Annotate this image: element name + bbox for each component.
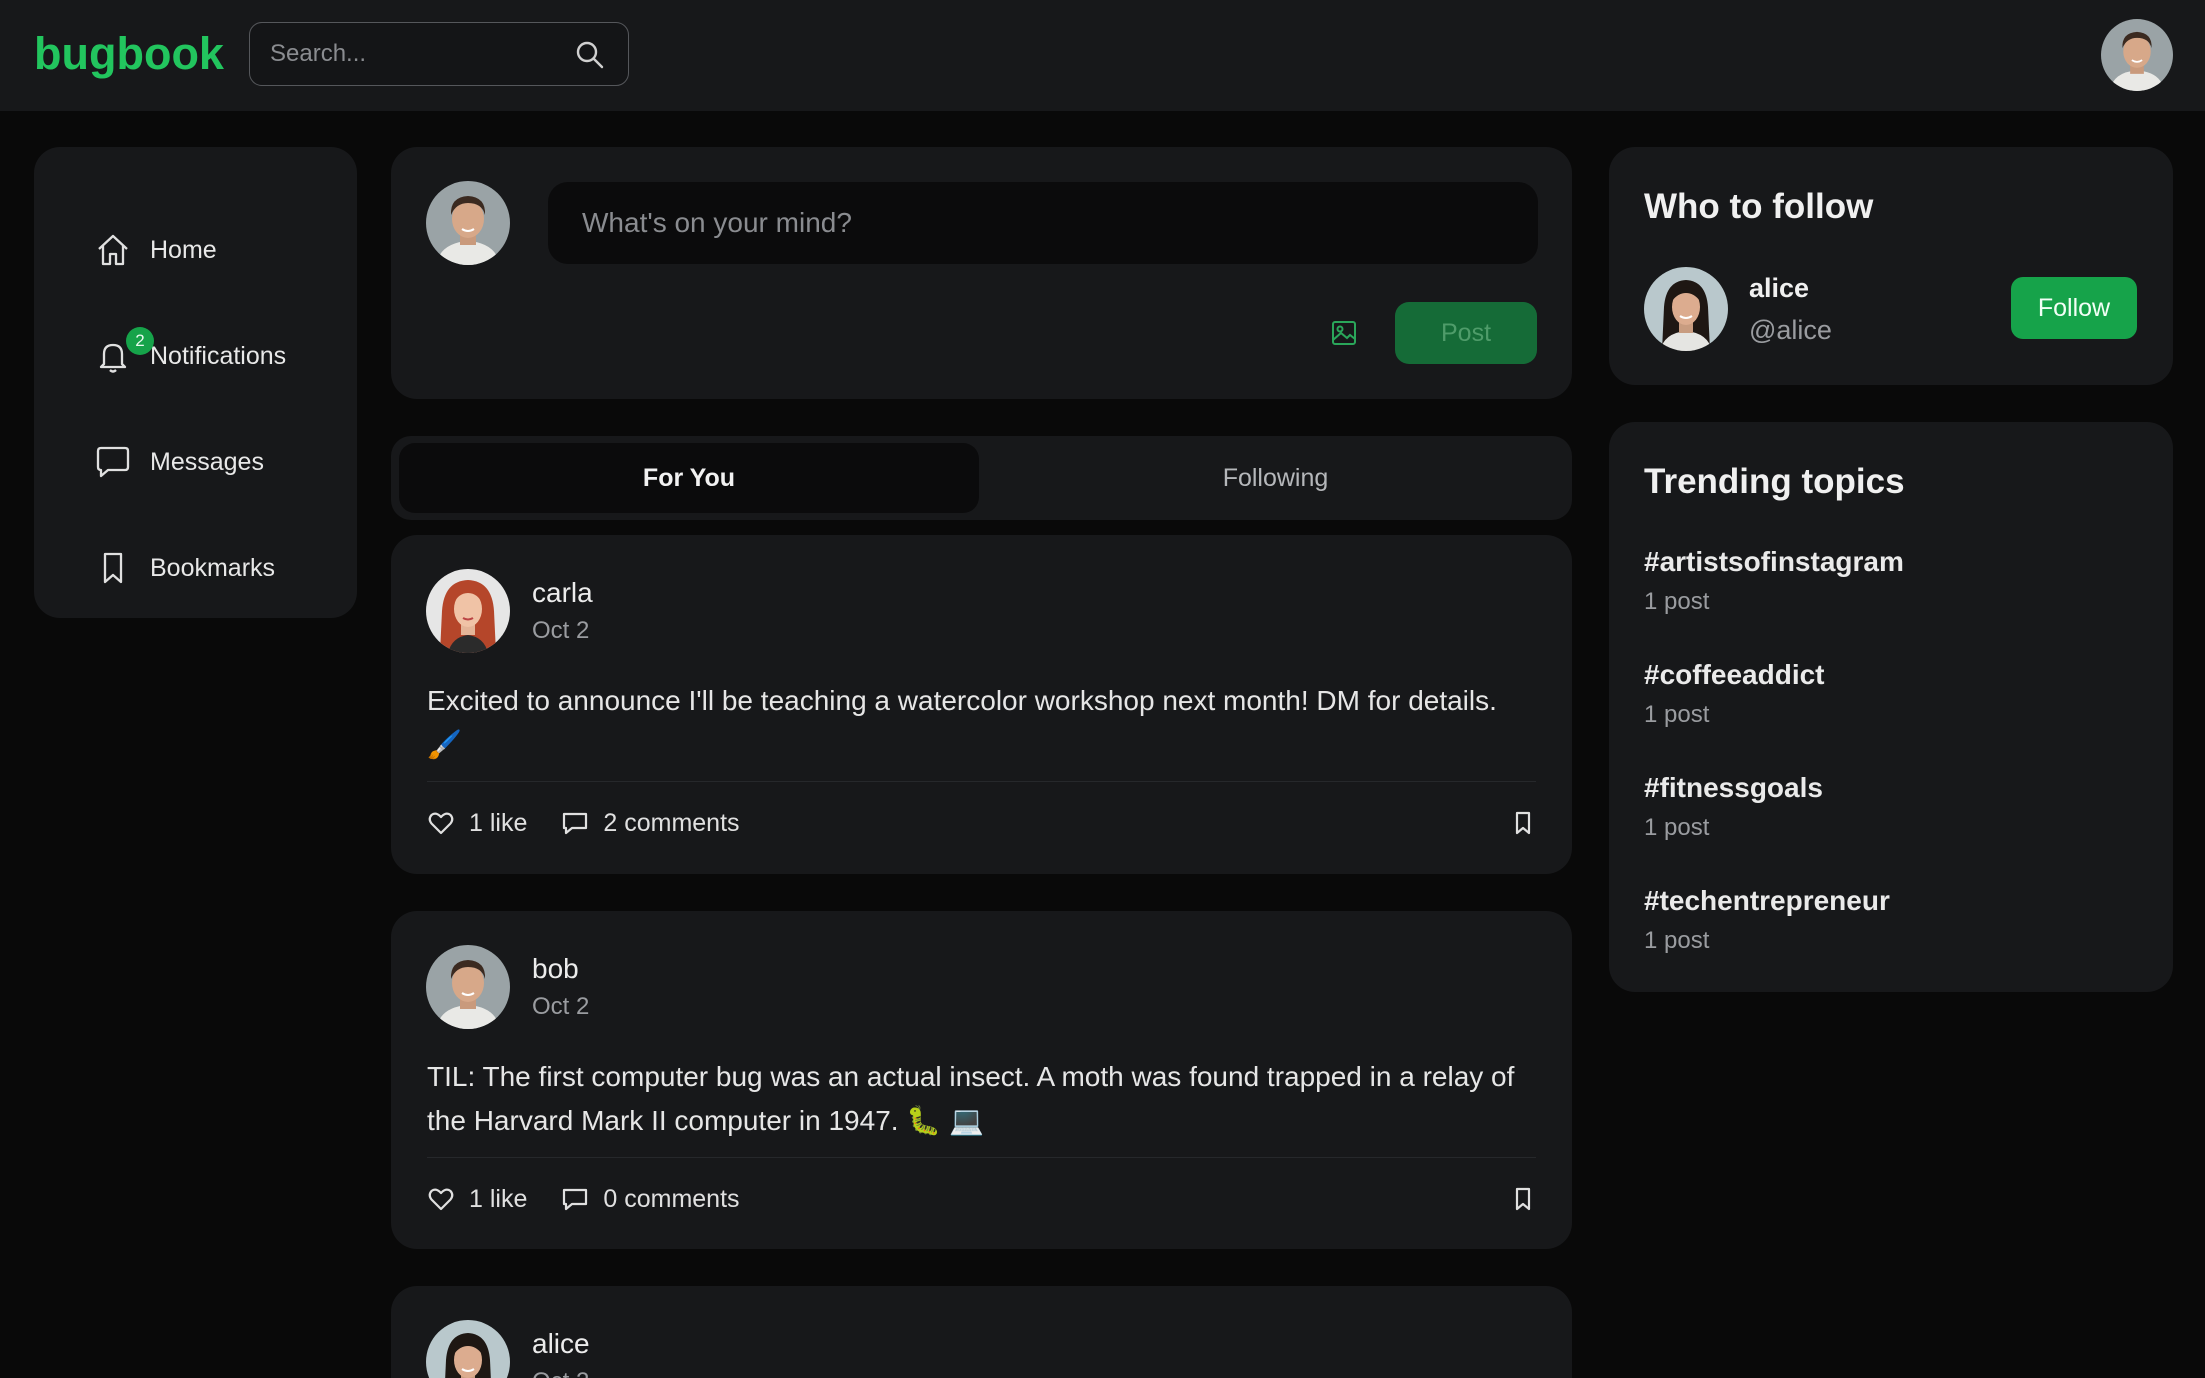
nav-item-label: Messages xyxy=(150,447,264,476)
nav-item-home[interactable]: Home xyxy=(94,225,217,275)
post-divider xyxy=(427,781,1536,782)
post-username[interactable]: alice xyxy=(532,1328,590,1360)
comment-button[interactable]: 2 comments xyxy=(561,808,740,838)
nav-item-label: Notifications xyxy=(150,341,287,370)
nav-item-label: Bookmarks xyxy=(150,553,276,582)
post-date: Oct 2 xyxy=(532,993,590,1020)
post-username[interactable]: carla xyxy=(532,577,593,609)
tab-for-you[interactable]: For You xyxy=(399,443,979,513)
suggested-user-name[interactable]: alice xyxy=(1749,273,1809,304)
comment-button[interactable]: 0 comments xyxy=(561,1184,740,1214)
sidebar-nav: Home 2 Notifications Messages Bookmarks xyxy=(34,147,357,618)
topic-count: 1 post xyxy=(1644,588,1710,615)
bookmark-icon[interactable] xyxy=(1510,1186,1536,1212)
nav-item-bookmarks[interactable]: Bookmarks xyxy=(94,543,275,593)
like-button[interactable]: 1 like xyxy=(427,1185,527,1214)
nav-item-notifications[interactable]: 2 Notifications xyxy=(94,327,287,381)
search-box[interactable] xyxy=(249,22,629,86)
heart-icon xyxy=(428,812,454,835)
trending-topic[interactable]: #techentrepreneur 1 post xyxy=(1644,885,1890,955)
topic-tag: #fitnessgoals xyxy=(1644,772,1823,803)
post-text: Excited to announce I'll be teaching a w… xyxy=(427,685,1497,760)
app-logo[interactable]: bugbook xyxy=(34,28,224,80)
post-divider xyxy=(427,1157,1536,1158)
avatar[interactable] xyxy=(1644,267,1728,351)
heart-icon xyxy=(428,1188,454,1211)
like-button[interactable]: 1 like xyxy=(427,809,527,838)
comment-icon xyxy=(563,1188,588,1211)
post-card: bob Oct 2 TIL: The first computer bug wa… xyxy=(391,911,1572,1249)
image-upload-icon[interactable] xyxy=(1329,318,1359,348)
follow-button[interactable]: Follow xyxy=(2011,277,2137,339)
avatar[interactable] xyxy=(426,945,510,1029)
trending-topic[interactable]: #coffeeaddict 1 post xyxy=(1644,659,1825,729)
feed-tabs: For You Following xyxy=(391,436,1572,520)
trending-topics-card: Trending topics #artistsofinstagram 1 po… xyxy=(1609,422,2173,992)
post-date: Oct 2 xyxy=(532,1368,589,1378)
post-actions: 1 like 2 comments xyxy=(427,803,1536,843)
post-username[interactable]: bob xyxy=(532,953,579,985)
home-icon xyxy=(98,234,128,266)
topic-count: 1 post xyxy=(1644,927,1710,954)
who-to-follow-title: Who to follow xyxy=(1644,187,1874,226)
bookmark-icon xyxy=(103,552,123,584)
post-text: TIL: The first computer bug was an actua… xyxy=(427,1061,1515,1136)
suggested-user-handle: @alice xyxy=(1749,315,1832,345)
comment-icon xyxy=(563,812,588,835)
avatar[interactable] xyxy=(426,569,510,653)
search-icon[interactable] xyxy=(574,39,606,71)
message-icon xyxy=(96,446,130,478)
nav-item-label: Home xyxy=(150,235,217,264)
comment-count: 0 comments xyxy=(603,1184,740,1213)
post-date: Oct 2 xyxy=(532,617,590,644)
post-card: carla Oct 2 Excited to announce I'll be … xyxy=(391,535,1572,874)
post-actions: 1 like 0 comments xyxy=(427,1179,1536,1219)
avatar xyxy=(426,181,510,265)
topic-tag: #techentrepreneur xyxy=(1644,885,1890,916)
topic-tag: #artistsofinstagram xyxy=(1644,546,1904,577)
trending-title: Trending topics xyxy=(1644,462,1905,501)
trending-topic[interactable]: #artistsofinstagram 1 post xyxy=(1644,546,1904,616)
who-to-follow-card: Who to follow alice @alice Follow xyxy=(1609,147,2173,385)
top-bar: bugbook xyxy=(0,0,2205,111)
comment-count: 2 comments xyxy=(603,808,740,837)
user-avatar[interactable] xyxy=(2101,19,2173,91)
avatar[interactable] xyxy=(426,1320,510,1378)
topic-count: 1 post xyxy=(1644,814,1710,841)
search-input[interactable] xyxy=(270,37,570,71)
notification-badge: 2 xyxy=(126,327,154,355)
tab-following[interactable]: Following xyxy=(987,443,1564,513)
nav-item-messages[interactable]: Messages xyxy=(94,437,264,487)
post-card: alice Oct 2 xyxy=(391,1286,1572,1378)
topic-count: 1 post xyxy=(1644,701,1710,728)
trending-topic[interactable]: #fitnessgoals 1 post xyxy=(1644,772,1823,842)
post-composer: What's on your mind? Post xyxy=(391,147,1572,399)
bookmark-icon[interactable] xyxy=(1510,810,1536,836)
post-button[interactable]: Post xyxy=(1395,302,1537,364)
like-count: 1 like xyxy=(469,1184,528,1213)
compose-input[interactable]: What's on your mind? xyxy=(548,182,1538,264)
like-count: 1 like xyxy=(469,808,528,837)
topic-tag: #coffeeaddict xyxy=(1644,659,1825,690)
